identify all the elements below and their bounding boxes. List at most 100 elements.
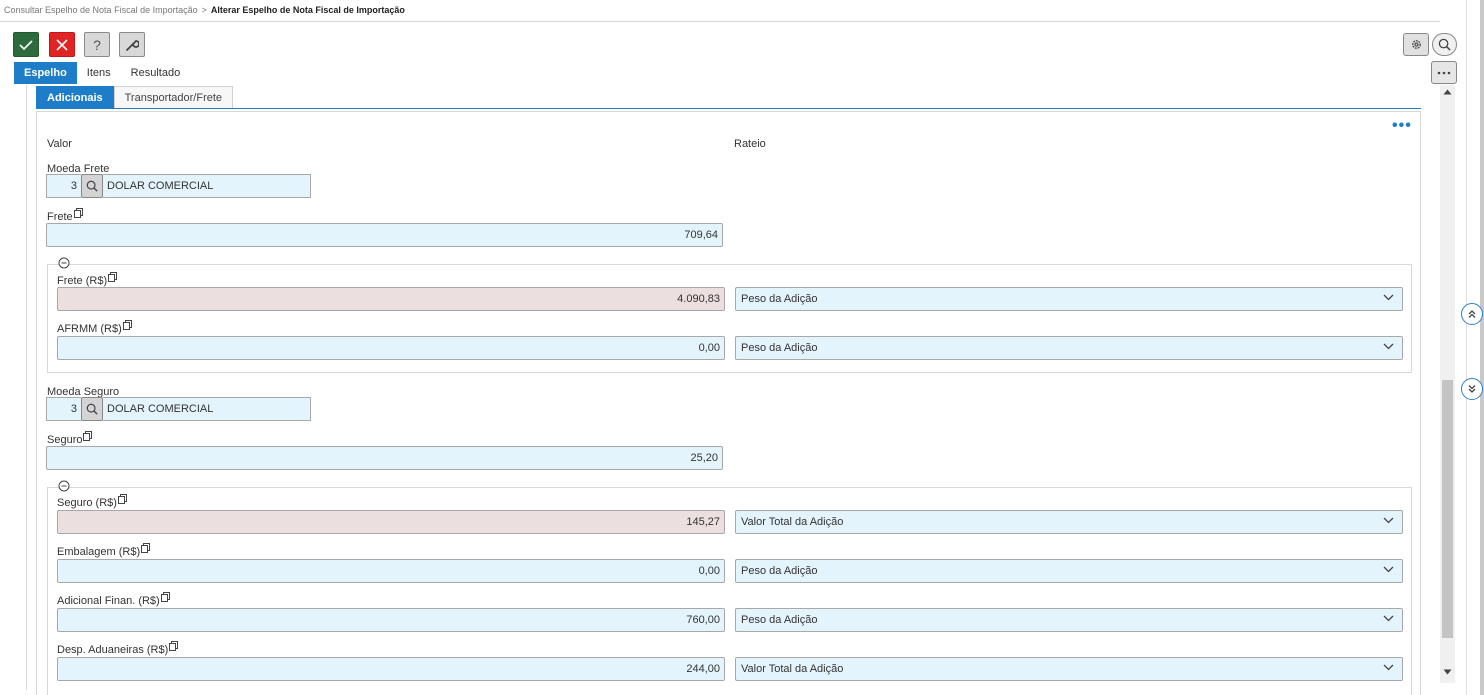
embalagem-rs-rateio-value: Peso da Adição: [741, 565, 818, 577]
collapse-icon[interactable]: [58, 257, 70, 269]
desp-aduaneiras-rs-rateio-value: Valor Total da Adição: [741, 663, 844, 675]
tools-button[interactable]: [119, 32, 145, 57]
moeda-frete-lookup: 3 DOLAR COMERCIAL: [46, 174, 311, 198]
moeda-seguro-code-input[interactable]: 3: [46, 397, 81, 421]
copy-icon[interactable]: [160, 592, 170, 602]
frete-label: Frete: [47, 211, 73, 223]
chevron-down-icon: [1383, 664, 1394, 671]
main-tabs: Espelho Itens Resultado: [14, 62, 190, 84]
chevron-down-icon: [1383, 566, 1394, 573]
seguro-rs-rateio-select[interactable]: Valor Total da Adição: [735, 510, 1403, 534]
search-icon: [1438, 38, 1451, 51]
chevron-down-icon: [1383, 294, 1394, 301]
embalagem-rs-label-wrap: Embalagem (R$): [57, 543, 151, 558]
ellipsis-icon: [1437, 71, 1451, 74]
moeda-seguro-search-button[interactable]: [81, 397, 103, 421]
scroll-bottom-button[interactable]: [1461, 378, 1483, 400]
more-options-button[interactable]: [1431, 61, 1457, 84]
frete-rs-rateio-value: Peso da Adição: [741, 293, 818, 305]
frete-rs-label: Frete (R$): [57, 275, 108, 287]
double-chevron-up-icon: [1468, 310, 1476, 318]
embalagem-rs-rateio-select[interactable]: Peso da Adição: [735, 559, 1403, 583]
search-icon: [86, 403, 98, 415]
sub-tabs-underline: [36, 108, 1421, 109]
content-left-border: [26, 85, 27, 690]
adicional-finan-rs-label-wrap: Adicional Finan. (R$): [57, 592, 170, 607]
moeda-seguro-lookup: 3 DOLAR COMERCIAL: [46, 397, 311, 421]
afrmm-rs-label: AFRMM (R$): [57, 323, 122, 335]
scroll-top-button[interactable]: [1461, 303, 1483, 325]
embalagem-rs-input[interactable]: 0,00: [57, 559, 725, 583]
seguro-input[interactable]: 25,20: [46, 446, 723, 470]
frete-rs-input: 4.090,83: [57, 287, 725, 311]
copy-icon[interactable]: [73, 208, 83, 218]
adicional-finan-rs-rateio-select[interactable]: Peso da Adição: [735, 608, 1403, 632]
collapse-icon[interactable]: [58, 480, 70, 492]
double-chevron-down-icon: [1468, 385, 1476, 393]
moeda-frete-code-input[interactable]: 3: [46, 174, 81, 198]
frete-rs-rateio-select[interactable]: Peso da Adição: [735, 287, 1403, 311]
moeda-frete-search-button[interactable]: [81, 174, 103, 198]
breadcrumb-separator: >: [201, 5, 207, 15]
embalagem-rs-label: Embalagem (R$): [57, 546, 141, 558]
adicional-finan-rs-label: Adicional Finan. (R$): [57, 595, 160, 607]
help-label: ?: [93, 36, 101, 53]
search-icon: [86, 180, 98, 192]
desp-aduaneiras-rs-label-wrap: Desp. Aduaneiras (R$): [57, 641, 179, 656]
tab-adicionais[interactable]: Adicionais: [36, 86, 114, 108]
desp-aduaneiras-rs-input[interactable]: 244,00: [57, 657, 725, 681]
scrollbar-thumb[interactable]: [1442, 380, 1453, 638]
breadcrumb-current: Alterar Espelho de Nota Fiscal de Import…: [210, 5, 405, 15]
search-button[interactable]: [1432, 33, 1457, 56]
afrmm-rs-rateio-value: Peso da Adição: [741, 342, 818, 354]
sub-tabs: Adicionais Transportador/Frete: [36, 86, 234, 108]
chevron-down-icon: [1383, 343, 1394, 350]
breadcrumb-parent[interactable]: Consultar Espelho de Nota Fiscal de Impo…: [4, 5, 198, 15]
frete-input[interactable]: 709,64: [46, 223, 723, 247]
copy-icon[interactable]: [117, 494, 127, 504]
window-scrollbar[interactable]: [1480, 0, 1484, 695]
copy-icon[interactable]: [122, 320, 132, 330]
desp-aduaneiras-rs-rateio-select[interactable]: Valor Total da Adição: [735, 657, 1403, 681]
copy-icon[interactable]: [141, 543, 151, 553]
cancel-button[interactable]: [49, 32, 75, 57]
adicional-finan-rs-rateio-value: Peso da Adição: [741, 614, 818, 626]
wrench-icon: [126, 39, 139, 51]
adicional-finan-rs-input[interactable]: 760,00: [57, 608, 725, 632]
panel-more-icon[interactable]: •••: [1392, 118, 1412, 134]
header-divider: [0, 21, 1440, 22]
afrmm-rs-label-wrap: AFRMM (R$): [57, 320, 132, 335]
chevron-down-icon: [1383, 517, 1394, 524]
copy-icon[interactable]: [169, 641, 179, 651]
confirm-button[interactable]: [13, 32, 39, 57]
copy-icon[interactable]: [83, 431, 93, 441]
seguro-rs-input: 145,27: [57, 510, 725, 534]
settings-button[interactable]: [1403, 33, 1429, 56]
seguro-rs-rateio-value: Valor Total da Adição: [741, 516, 844, 528]
check-icon: [19, 39, 33, 50]
tab-resultado[interactable]: Resultado: [121, 62, 191, 84]
seguro-label: Seguro: [47, 434, 83, 446]
chevron-down-icon: [1383, 615, 1394, 622]
afrmm-rs-rateio-select[interactable]: Peso da Adição: [735, 336, 1403, 360]
close-icon: [56, 38, 68, 51]
desp-aduaneiras-rs-label: Desp. Aduaneiras (R$): [57, 644, 169, 656]
frete-rs-label-wrap: Frete (R$): [57, 272, 118, 287]
copy-icon[interactable]: [108, 272, 118, 282]
tab-transportador-frete[interactable]: Transportador/Frete: [113, 86, 234, 108]
seguro-label-wrap: Seguro: [47, 431, 93, 446]
seguro-rs-label-wrap: Seguro (R$): [57, 494, 127, 509]
afrmm-rs-input[interactable]: 0,00: [57, 336, 725, 360]
scroll-up-arrow-icon[interactable]: [1443, 89, 1452, 95]
column-header-valor: Valor: [47, 138, 72, 150]
moeda-frete-description: DOLAR COMERCIAL: [103, 174, 311, 198]
seguro-rs-label: Seguro (R$): [57, 497, 117, 509]
column-header-rateio: Rateio: [734, 138, 766, 150]
help-button[interactable]: ?: [84, 32, 110, 57]
tab-itens[interactable]: Itens: [77, 62, 121, 84]
frete-label-wrap: Frete: [47, 208, 83, 223]
scroll-down-arrow-icon[interactable]: [1443, 669, 1452, 675]
breadcrumb: Consultar Espelho de Nota Fiscal de Impo…: [4, 5, 405, 15]
tab-espelho[interactable]: Espelho: [14, 62, 77, 84]
moeda-seguro-description: DOLAR COMERCIAL: [103, 397, 311, 421]
